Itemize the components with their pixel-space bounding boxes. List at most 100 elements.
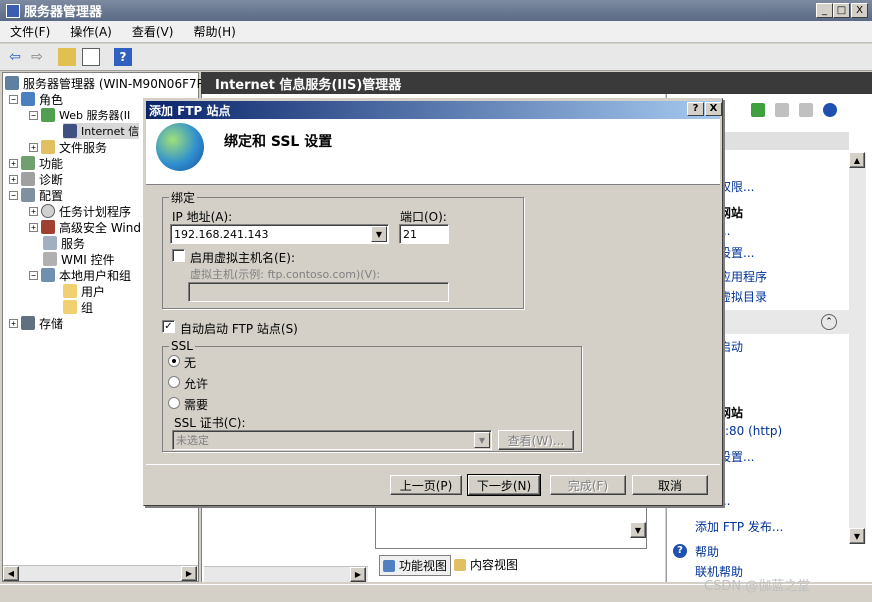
expand-icon[interactable]: + <box>29 206 38 216</box>
action-advanced-settings[interactable]: 设置... <box>719 448 754 465</box>
forward-arrow-icon[interactable]: ⇨ <box>28 48 46 66</box>
cancel-button[interactable]: 取消 <box>632 475 708 495</box>
ssl-none-radio[interactable] <box>168 355 180 367</box>
action-virtual-dirs[interactable]: 虚拟目录 <box>719 288 767 305</box>
dialog-header-panel: 绑定和 SSL 设置 <box>146 119 720 185</box>
main-header: Internet 信息服务(IIS)管理器 <box>201 72 872 94</box>
tree-storage[interactable]: + 存储 <box>9 315 63 331</box>
view-cert-button[interactable]: 查看(W)... <box>498 430 574 450</box>
scroll-left-icon[interactable]: ◀ <box>3 566 19 581</box>
tab-content-view[interactable]: 内容视图 <box>454 556 518 573</box>
folder-icon <box>63 300 77 314</box>
expand-icon[interactable]: + <box>9 158 18 168</box>
tree-local-users[interactable]: − 本地用户和组 <box>29 267 131 283</box>
tree-users[interactable]: 用户 <box>63 283 105 299</box>
add-ftp-site-dialog: 添加 FTP 站点 ? X 绑定和 SSL 设置 绑定 IP 地址(A): 19… <box>143 98 723 506</box>
action-browse-http[interactable]: *:80 (http) <box>719 424 782 438</box>
tree-wmi[interactable]: WMI 控件 <box>43 251 115 267</box>
menu-bar: 文件(F) 操作(A) 查看(V) 帮助(H) <box>0 21 872 43</box>
tree-groups[interactable]: 组 <box>63 299 93 315</box>
action-permissions[interactable]: 权限... <box>719 178 754 195</box>
expand-icon[interactable]: + <box>29 222 38 232</box>
tree-web-server[interactable]: − Web 服务器(II <box>29 107 130 123</box>
collapse-icon[interactable]: − <box>9 94 18 104</box>
iis-icon <box>63 124 77 138</box>
watermark: CSDN @伽蓝之堂 <box>704 579 811 594</box>
dialog-heading: 绑定和 SSL 设置 <box>224 134 333 150</box>
refresh-icon[interactable] <box>751 103 765 117</box>
chevron-down-icon[interactable]: ▼ <box>371 226 387 242</box>
menu-help[interactable]: 帮助(H) <box>183 23 245 40</box>
expand-icon[interactable]: + <box>29 142 38 152</box>
scroll-right-icon[interactable]: ▶ <box>350 567 366 582</box>
action-applications[interactable]: 应用程序 <box>719 268 767 285</box>
menu-file[interactable]: 文件(F) <box>0 23 60 40</box>
ip-address-select[interactable]: 192.168.241.143 ▼ <box>170 224 389 244</box>
minimize-button[interactable]: _ <box>816 3 833 18</box>
close-button[interactable]: X <box>851 3 868 18</box>
autostart-checkbox[interactable]: ✓ <box>162 320 175 333</box>
enable-virtual-host-checkbox[interactable] <box>172 249 185 262</box>
action-help[interactable]: 帮助 <box>695 543 719 560</box>
maximize-button[interactable]: □ <box>833 3 850 18</box>
scroll-down-icon[interactable]: ▼ <box>630 522 646 538</box>
content-list <box>375 499 647 549</box>
ssl-allow-radio[interactable] <box>168 376 180 388</box>
tree-file-services[interactable]: + 文件服务 <box>29 139 107 155</box>
help-icon[interactable]: ? <box>114 48 132 66</box>
tree-horizontal-scrollbar[interactable]: ◀ ▶ <box>3 565 198 581</box>
stop-icon[interactable] <box>775 103 789 117</box>
toolbar: ⇦ ⇨ ? <box>0 44 872 71</box>
roles-icon <box>21 92 35 106</box>
home-icon[interactable] <box>799 103 813 117</box>
tree-task-scheduler[interactable]: + 任务计划程序 <box>29 203 131 219</box>
tree-configuration[interactable]: − 配置 <box>9 187 63 203</box>
content-horizontal-scrollbar[interactable]: ▶ <box>204 566 368 582</box>
collapse-icon[interactable]: − <box>9 190 18 200</box>
enable-virtual-host-label: 启用虚拟主机名(E): <box>190 251 295 265</box>
tree-iis-manager[interactable]: Internet 信 <box>63 123 140 139</box>
dialog-title-bar: 添加 FTP 站点 <box>146 101 720 119</box>
scroll-down-icon[interactable]: ▼ <box>849 528 865 544</box>
up-folder-icon[interactable] <box>58 48 76 66</box>
next-button[interactable]: 下一步(N) <box>467 474 541 496</box>
window-title-bar: 服务器管理器 <box>0 0 872 21</box>
scroll-right-icon[interactable]: ▶ <box>181 566 197 581</box>
features-view-icon <box>383 559 395 572</box>
finish-button[interactable]: 完成(F) <box>550 475 626 495</box>
action-settings[interactable]: 设置... <box>719 244 754 261</box>
menu-view[interactable]: 查看(V) <box>122 23 184 40</box>
virtual-host-input[interactable] <box>188 282 449 302</box>
tree-services[interactable]: 服务 <box>43 235 85 251</box>
help-icon[interactable] <box>823 103 837 117</box>
chevron-down-icon[interactable]: ▼ <box>474 432 490 448</box>
collapse-icon[interactable]: − <box>29 270 38 280</box>
services-gear-icon <box>43 236 57 250</box>
dialog-help-button[interactable]: ? <box>687 102 704 116</box>
actions-toolbar <box>751 103 851 123</box>
dialog-close-button[interactable]: X <box>705 102 722 116</box>
expand-icon[interactable]: + <box>9 318 18 328</box>
virtual-host-label: 虚拟主机(示例: ftp.contoso.com)(V): <box>190 268 381 281</box>
previous-button[interactable]: 上一页(P) <box>390 475 462 495</box>
tree-roles[interactable]: − 角色 <box>9 91 63 107</box>
back-arrow-icon[interactable]: ⇦ <box>6 48 24 66</box>
collapse-up-icon[interactable]: ⌃ <box>821 314 837 330</box>
radio-dot-icon <box>172 359 176 363</box>
tree-diagnostics[interactable]: + 诊断 <box>9 171 63 187</box>
tab-features-view[interactable]: 功能视图 <box>379 555 452 576</box>
tree-root[interactable]: 服务器管理器 (WIN-M90N06F7R0 <box>5 75 213 91</box>
ssl-require-radio[interactable] <box>168 397 180 409</box>
actions-scrollbar[interactable]: ▲ ▼ <box>849 152 866 544</box>
expand-icon[interactable]: + <box>9 174 18 184</box>
menu-action[interactable]: 操作(A) <box>60 23 122 40</box>
tree-firewall[interactable]: + 高级安全 Wind <box>29 219 141 235</box>
tree-features[interactable]: + 功能 <box>9 155 63 171</box>
ssl-cert-select[interactable]: 未选定 ▼ <box>172 430 492 450</box>
show-hide-tree-icon[interactable] <box>82 48 100 66</box>
action-add-ftp[interactable]: 添加 FTP 发布... <box>695 518 783 535</box>
port-input[interactable]: 21 <box>399 224 449 244</box>
collapse-icon[interactable]: − <box>29 110 38 120</box>
firewall-icon <box>41 220 55 234</box>
scroll-up-icon[interactable]: ▲ <box>849 152 865 168</box>
